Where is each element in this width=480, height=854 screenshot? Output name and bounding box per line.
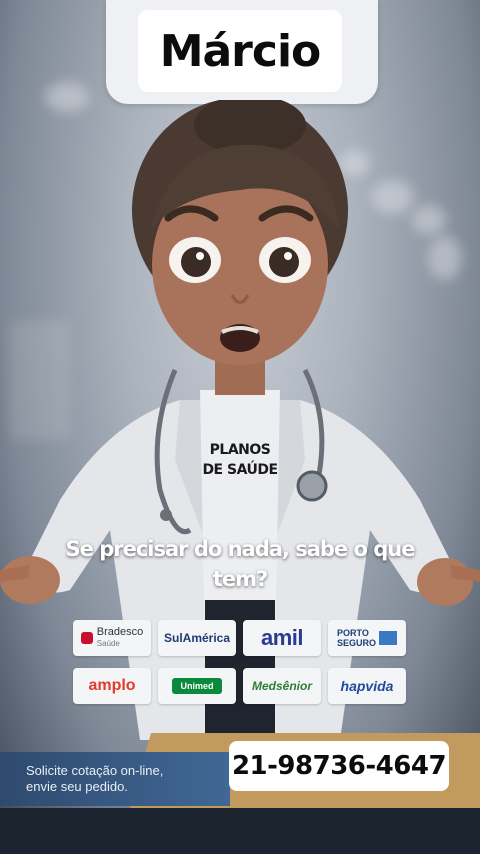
footer-strip (0, 808, 480, 854)
logo-bradesco: Bradesco Saúde (73, 620, 151, 656)
porto-seguro-icon (379, 631, 397, 645)
cta-text: Solicite cotação on-line, envie seu pedi… (26, 763, 216, 795)
name-box: Márcio (138, 10, 342, 92)
phone-number-box[interactable]: 21-98736-4647 (229, 741, 449, 791)
logo-hapvida: hapvida (328, 668, 406, 704)
logo-porto-label: PORTO SEGURO (337, 628, 377, 648)
logo-unimed: Unimed (158, 668, 236, 704)
cta-line1: Solicite cotação on-line, (26, 763, 164, 778)
logo-amplo-label: amplo (88, 677, 136, 694)
logo-porto-seguro: PORTO SEGURO (328, 620, 406, 656)
logo-hapvida-label: hapvida (340, 678, 394, 694)
logo-medsenior: Medsênior (243, 668, 321, 704)
caption-text: Se precisar do nada, sabe o que tem? (65, 537, 416, 591)
logo-sulamerica: SulAmérica (158, 620, 236, 656)
phone-number[interactable]: 21-98736-4647 (232, 751, 447, 781)
cta-line2: envie seu pedido. (26, 779, 128, 794)
logo-amil-label: amil (260, 625, 304, 650)
logo-bradesco-label: Bradesco (96, 626, 144, 638)
bradesco-icon (80, 632, 93, 644)
logo-sulamerica-label: SulAmérica (163, 631, 231, 645)
logo-unimed-label: Unimed (172, 678, 222, 694)
doctor-illustration (0, 100, 480, 740)
shirt-text-line2: DE SAÚDE (202, 462, 278, 478)
logo-amil: amil (243, 620, 321, 656)
story-canvas: Márcio PLANOS DE SAÚDE Se precisar do na… (0, 0, 480, 854)
page-title: Márcio (159, 25, 322, 77)
shirt-text-line1: PLANOS (209, 442, 271, 458)
logo-medsenior-label: Medsênior (251, 679, 312, 693)
logo-amplo: amplo (73, 668, 151, 704)
logo-bradesco-sub: Saúde (96, 639, 120, 648)
